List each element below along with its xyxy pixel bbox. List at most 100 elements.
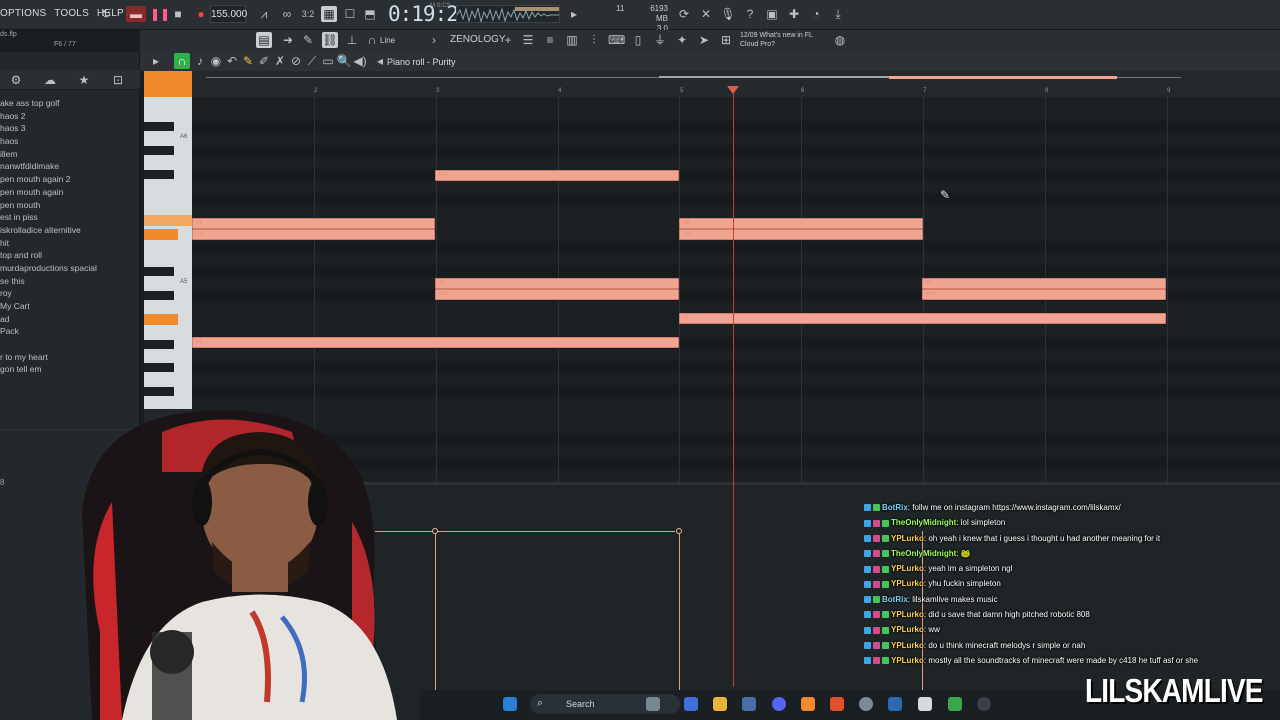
browser-item[interactable]: murdaproductions spacial [0,262,140,275]
velocity-handle[interactable] [676,528,682,534]
note[interactable]: F5 [679,313,1166,324]
refresh-icon[interactable]: ↻ [98,6,114,22]
note[interactable]: A5 [435,278,679,289]
stamp-icon[interactable]: ⊥ [344,32,360,48]
note[interactable]: C#6 [679,229,923,240]
chat-username[interactable]: YPLurko [891,641,924,650]
browser-item[interactable]: roy [0,287,140,300]
fl-studio-icon[interactable] [801,697,815,711]
browser-icon[interactable]: ▥ [564,32,580,48]
browser-item[interactable] [0,338,140,351]
browser-item[interactable]: gon tell em [0,363,140,376]
microphone-icon[interactable]: 🎙 [720,6,736,22]
keyboard-icon[interactable]: ⌨ [608,32,625,48]
stop-icon[interactable]: ■ [170,6,186,22]
song-position-bar[interactable] [144,76,1280,82]
send-icon[interactable]: ➤ [696,32,712,48]
browser-item[interactable]: Pack [0,325,140,338]
browser-item[interactable]: hit [0,237,140,250]
playhead-marker[interactable] [727,86,739,94]
snap-selector[interactable]: Line [380,36,395,45]
clipboard-icon[interactable]: ▯ [630,32,646,48]
chevron-right-icon[interactable]: › [426,32,442,48]
black-key[interactable] [144,291,174,300]
pause-icon[interactable]: ❚❚ [150,6,170,22]
pencil-tool-icon[interactable]: ✎ [240,53,256,69]
magnet-snap-icon[interactable]: ∩ [174,53,190,69]
velocity-bar[interactable] [435,531,436,691]
browser-item[interactable]: top and roll [0,249,140,262]
plugin-icon[interactable]: ✚ [786,6,802,22]
note[interactable]: A5 [922,278,1166,289]
menu-tools[interactable]: TOOLS [54,8,89,19]
chat-username[interactable]: BotRix [882,503,908,512]
news-panel[interactable]: 12/09 What's new in FL Cloud Pro? [740,31,830,49]
chat-username[interactable]: YPLurko [891,625,924,634]
plug-icon[interactable]: ⏚ [652,32,668,48]
browser-item[interactable]: pen mouth again [0,186,140,199]
note[interactable]: E5 [192,337,679,348]
undo-icon[interactable]: ↶ [224,53,240,69]
chat-username[interactable]: TheOnlyMidnight [891,549,956,558]
black-key[interactable] [144,363,174,372]
cloud-icon[interactable]: ☁ [42,72,58,88]
arrow-right-icon[interactable]: ➜ [280,32,296,48]
chat-username[interactable]: YPLurko [891,610,924,619]
step-icon[interactable]: ☐ [342,6,358,22]
app-icon[interactable] [918,697,932,711]
menu-options[interactable]: OPTIONS [0,8,46,19]
slice-tool-icon[interactable]: ⟋ [304,53,320,69]
chat-username[interactable]: YPLurko [891,656,924,665]
record-mode-icon[interactable]: ▬ [126,6,146,22]
mixer-icon[interactable]: ≡ [542,32,558,48]
active-key[interactable] [144,229,178,240]
tool-icon[interactable]: ✦ [674,32,690,48]
star-icon[interactable]: ★ [76,72,92,88]
browser-item[interactable]: haos 3 [0,122,140,135]
browser-item[interactable]: My Cart [0,300,140,313]
browser-item[interactable]: ad [0,313,140,326]
help-icon[interactable]: ? [742,6,758,22]
black-key[interactable] [144,387,174,396]
obs-icon[interactable] [859,697,873,711]
chat-username[interactable]: YPLurko [891,564,924,573]
note[interactable]: G#5 [435,289,679,300]
brush-tool-icon[interactable]: ✐ [256,53,272,69]
record-icon[interactable]: ● [193,6,209,22]
playhead[interactable] [733,87,734,687]
store-icon[interactable] [742,697,756,711]
download-icon[interactable]: ⤓ [830,6,846,22]
note[interactable]: D6 [192,218,435,229]
file-explorer-icon[interactable] [713,697,727,711]
mute-tool-icon[interactable]: ⊘ [288,53,304,69]
steam-icon[interactable] [888,697,902,711]
black-key[interactable] [144,340,174,349]
browser-item[interactable]: r to my heart [0,351,140,364]
master-volume-icon[interactable]: ▸ [566,6,582,22]
save-icon[interactable]: ▣ [764,6,780,22]
globe-icon[interactable]: ◍ [832,32,848,48]
erase-tool-icon[interactable]: ✗ [272,53,288,69]
black-key[interactable] [144,122,174,131]
black-key[interactable] [144,146,174,155]
velocity-bar[interactable] [679,531,680,691]
black-key[interactable] [144,170,174,179]
browser-item[interactable]: iskrolladice alternitive [0,224,140,237]
browser-item[interactable]: est in piss [0,211,140,224]
browser-item[interactable]: haos 2 [0,110,140,123]
chat-username[interactable]: YPLurko [891,534,924,543]
browser-item[interactable]: nanwtfdidimake [0,160,140,173]
browser-item[interactable]: ake ass top golf [0,97,140,110]
browser-item[interactable]: se this [0,275,140,288]
tempo-display[interactable]: 155.000 [210,5,247,23]
metronome-icon[interactable]: ⩘ [256,6,272,22]
record-small-icon[interactable]: ◉ [208,53,224,69]
capcut-icon[interactable] [977,697,991,711]
sync-icon[interactable]: ⟳ [676,6,692,22]
note[interactable]: F#6 [435,170,679,181]
windows-start-icon[interactable] [503,697,517,711]
black-key[interactable] [144,267,174,276]
edge-icon[interactable] [684,697,698,711]
channel-rack-icon[interactable]: ☰ [520,32,536,48]
select-tool-icon[interactable]: ▭ [320,53,336,69]
